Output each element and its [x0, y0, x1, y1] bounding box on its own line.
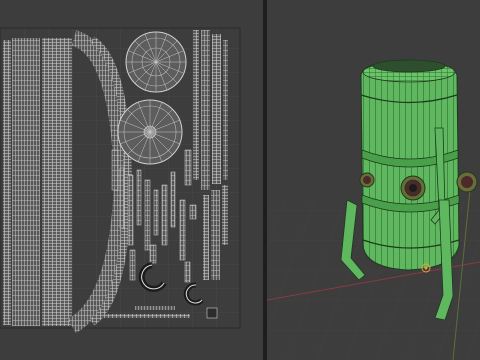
uv-island-strips-left — [3, 38, 72, 326]
porthole — [359, 172, 375, 188]
uv-island-circle-bottom — [117, 99, 183, 165]
porthole — [456, 171, 478, 193]
uv-island-circle-top — [125, 31, 187, 93]
viewport-canvas[interactable] — [267, 0, 480, 360]
porthole — [400, 175, 426, 201]
uv-canvas[interactable] — [0, 0, 263, 360]
3d-viewport-panel[interactable] — [267, 0, 480, 360]
uv-editor-panel[interactable] — [0, 0, 263, 360]
